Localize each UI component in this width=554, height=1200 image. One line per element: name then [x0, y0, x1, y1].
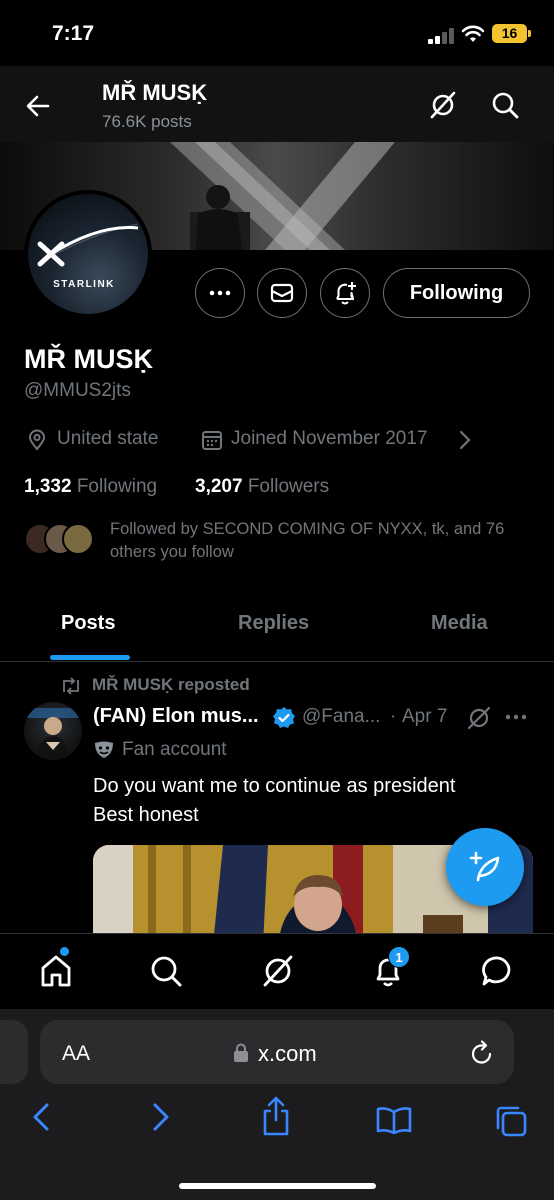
post-author-handle[interactable]: @Fana... [302, 706, 380, 728]
calendar-icon [201, 429, 223, 451]
status-time: 7:17 [52, 22, 95, 45]
notify-button[interactable] [320, 268, 370, 318]
tab-replies[interactable]: Replies [238, 612, 309, 635]
grok-icon[interactable] [466, 705, 492, 731]
post-more-icon[interactable] [505, 714, 527, 720]
ellipsis-icon [209, 290, 231, 296]
back-chevron-icon[interactable] [32, 1102, 50, 1132]
post-text-line: Best honest [93, 804, 199, 826]
reload-icon[interactable] [470, 1040, 494, 1066]
tab-active-indicator [50, 655, 130, 660]
message-button[interactable] [257, 268, 307, 318]
followers-count: 3,207 [195, 476, 243, 497]
grok-nav-icon[interactable] [260, 953, 296, 989]
header-posts-count: 76.6K posts [102, 112, 192, 131]
profile-handle: @MMUS2jts [24, 380, 131, 401]
url-text[interactable]: x.com [258, 1041, 317, 1067]
following-count: 1,332 [24, 476, 72, 497]
header-title: MŘ MUSḲ [102, 80, 208, 105]
verified-badge-icon [272, 706, 296, 730]
chevron-right-icon[interactable] [459, 430, 471, 450]
share-icon[interactable] [261, 1096, 291, 1136]
forward-chevron-icon[interactable] [152, 1102, 170, 1132]
theater-mask-icon [93, 740, 115, 760]
signal-icon [428, 28, 456, 44]
tab-media[interactable]: Media [431, 612, 488, 635]
followed-by-text[interactable]: Followed by SECOND COMING OF NYXX, tk, a… [110, 518, 530, 564]
followers-stat[interactable]: 3,207 Followers [195, 476, 329, 498]
post-author-name[interactable]: (FAN) Elon mus... [93, 705, 259, 728]
battery-icon: 16 [492, 24, 531, 43]
envelope-icon [270, 283, 294, 303]
home-indicator [179, 1183, 376, 1189]
tab-posts[interactable]: Posts [61, 612, 115, 635]
explore-search-icon[interactable] [148, 953, 184, 989]
post-date[interactable]: Apr 7 [402, 706, 447, 728]
reader-options-button[interactable]: AA [62, 1042, 90, 1066]
following-stat-label: Following [76, 476, 158, 497]
wifi-icon [461, 24, 485, 44]
compose-button[interactable] [446, 828, 524, 906]
repost-label: MŘ MUSḲ reposted [92, 675, 250, 694]
repost-icon [60, 677, 82, 695]
following-button[interactable]: Following [383, 268, 530, 318]
profile-location: United state [57, 428, 159, 449]
profile-header [0, 66, 554, 142]
bell-plus-icon [336, 282, 356, 305]
tabs-icon[interactable] [494, 1104, 528, 1138]
post-author-avatar[interactable] [24, 702, 82, 760]
follower-avatar [62, 523, 94, 555]
post-separator: · [390, 706, 397, 727]
location-icon [26, 429, 48, 451]
home-notification-dot [60, 947, 69, 956]
profile-joined: Joined November 2017 [231, 428, 428, 449]
post-text-line: Do you want me to continue as president [93, 775, 456, 797]
notification-count-badge: 1 [388, 946, 410, 968]
following-stat[interactable]: 1,332 Following [24, 476, 157, 498]
back-arrow-icon[interactable] [24, 92, 52, 120]
more-options-button[interactable] [195, 268, 245, 318]
tabs-divider [0, 661, 554, 662]
lock-icon [233, 1043, 249, 1063]
messages-icon[interactable] [480, 953, 516, 989]
profile-name: MŘ MUSḲ [24, 344, 153, 374]
feather-plus-icon [469, 851, 500, 882]
home-icon[interactable] [38, 953, 74, 989]
profile-avatar[interactable]: STARLINK [24, 190, 152, 318]
bookmarks-icon[interactable] [376, 1106, 412, 1134]
grok-icon[interactable] [428, 90, 458, 120]
post-text: Do you want me to continue as president … [93, 772, 513, 830]
avatar-logo-text: STARLINK [53, 279, 115, 290]
followers-stat-label: Followers [247, 476, 330, 497]
previous-tab-preview[interactable] [0, 1020, 28, 1084]
search-icon[interactable] [490, 90, 520, 120]
fan-account-label: Fan account [122, 739, 227, 760]
